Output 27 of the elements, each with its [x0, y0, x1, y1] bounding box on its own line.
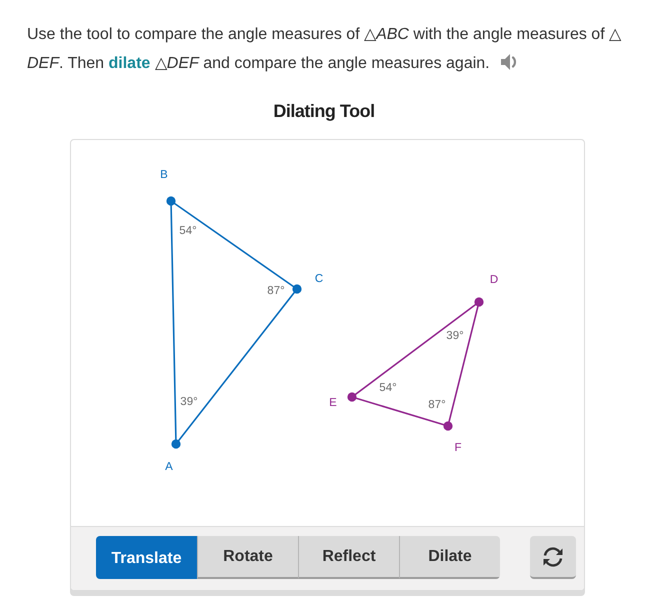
vertex-handle[interactable]	[292, 284, 302, 294]
angle-label: 87°	[428, 399, 446, 411]
vertex-label: E	[329, 397, 337, 409]
vertex-label: F	[454, 442, 462, 454]
vertex-handle[interactable]	[443, 421, 453, 431]
vertex-handle[interactable]	[166, 196, 176, 206]
angle-label: 39°	[446, 330, 464, 342]
vertex-label: D	[490, 274, 498, 286]
tool-mode-button[interactable]: Rotate	[197, 536, 298, 579]
angle-label: 39°	[180, 396, 198, 408]
vertex-label: B	[160, 169, 168, 181]
angle-label: 87°	[267, 285, 285, 297]
refresh-icon	[541, 546, 565, 568]
vertex-handle[interactable]	[347, 392, 357, 402]
tool-mode-button[interactable]: Reflect	[298, 536, 399, 579]
vertex-handle[interactable]	[474, 297, 484, 307]
angle-label: 54°	[379, 382, 397, 394]
vertex-label: A	[165, 461, 173, 473]
vertex-label: C	[314, 273, 324, 285]
instructions-text: Use the tool to compare the angle measures of △ABC with the angle measures of △ DEF. Then dilate △DEF and compare the angle measures again.	[27, 25, 622, 74]
dilate-link[interactable]: dilate	[108, 55, 150, 72]
reset-button[interactable]	[530, 536, 576, 579]
tool-title: Dilating Tool	[273, 100, 375, 123]
vertex-handle[interactable]	[171, 439, 181, 449]
angle-label: 54°	[179, 225, 197, 237]
tool-mode-button[interactable]: Dilate	[399, 536, 500, 579]
tool-mode-button[interactable]: Translate	[96, 536, 197, 579]
